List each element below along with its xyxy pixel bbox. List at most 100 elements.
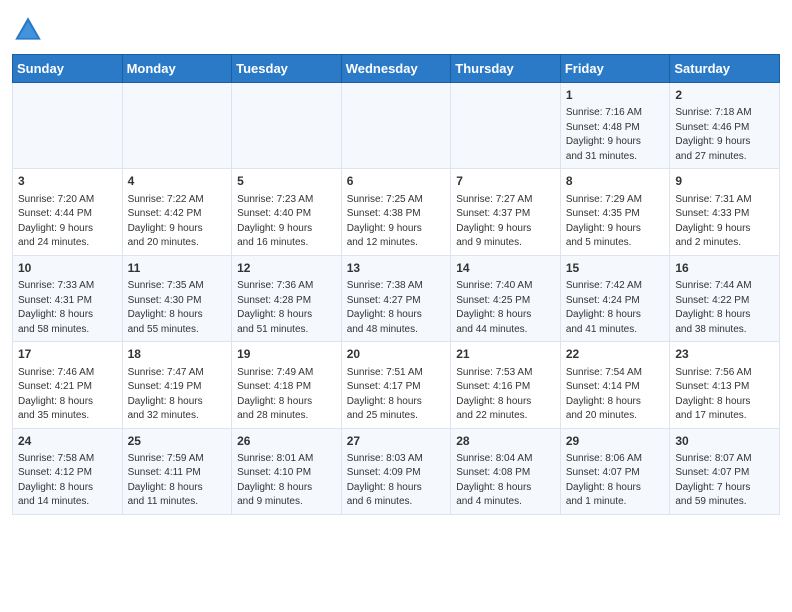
day-number: 30 <box>675 433 774 450</box>
weekday-header: Tuesday <box>232 55 342 83</box>
day-info: Sunrise: 7:47 AM Sunset: 4:19 PM Dayligh… <box>128 366 227 424</box>
page-container: SundayMondayTuesdayWednesdayThursdayFrid… <box>0 0 792 525</box>
day-info: Sunrise: 7:22 AM Sunset: 4:42 PM Dayligh… <box>128 193 227 251</box>
calendar-cell: 17 Sunrise: 7:46 AM Sunset: 4:21 PM Dayli… <box>13 342 123 428</box>
day-number: 26 <box>237 433 336 450</box>
day-info: Sunrise: 7:51 AM Sunset: 4:17 PM Dayligh… <box>347 366 446 424</box>
day-info: Sunrise: 7:54 AM Sunset: 4:14 PM Dayligh… <box>566 366 665 424</box>
day-number: 8 <box>566 173 665 190</box>
weekday-header: Saturday <box>670 55 780 83</box>
day-info: Sunrise: 7:33 AM Sunset: 4:31 PM Dayligh… <box>18 279 117 337</box>
day-number: 27 <box>347 433 446 450</box>
calendar-week-row: 3 Sunrise: 7:20 AM Sunset: 4:44 PM Daylig… <box>13 169 780 255</box>
calendar-cell: 15 Sunrise: 7:42 AM Sunset: 4:24 PM Dayli… <box>560 255 670 341</box>
day-info: Sunrise: 7:18 AM Sunset: 4:46 PM Dayligh… <box>675 106 774 164</box>
day-info: Sunrise: 7:25 AM Sunset: 4:38 PM Dayligh… <box>347 193 446 251</box>
day-info: Sunrise: 7:53 AM Sunset: 4:16 PM Dayligh… <box>456 366 555 424</box>
calendar-cell <box>122 83 232 169</box>
calendar-week-row: 1 Sunrise: 7:16 AM Sunset: 4:48 PM Daylig… <box>13 83 780 169</box>
day-number: 18 <box>128 346 227 363</box>
calendar-cell <box>341 83 451 169</box>
calendar-header: SundayMondayTuesdayWednesdayThursdayFrid… <box>13 55 780 83</box>
day-info: Sunrise: 7:59 AM Sunset: 4:11 PM Dayligh… <box>128 452 227 510</box>
calendar-table: SundayMondayTuesdayWednesdayThursdayFrid… <box>12 54 780 515</box>
calendar-cell <box>451 83 561 169</box>
day-number: 28 <box>456 433 555 450</box>
calendar-cell: 22Sunrise: 7:54 AM Sunset: 4:14 PM Dayli… <box>560 342 670 428</box>
calendar-cell: 5 Sunrise: 7:23 AM Sunset: 4:40 PM Daylig… <box>232 169 342 255</box>
calendar-body: 1 Sunrise: 7:16 AM Sunset: 4:48 PM Daylig… <box>13 83 780 515</box>
calendar-cell: 6 Sunrise: 7:25 AM Sunset: 4:38 PM Daylig… <box>341 169 451 255</box>
day-number: 16 <box>675 260 774 277</box>
day-number: 2 <box>675 87 774 104</box>
calendar-cell: 12 Sunrise: 7:36 AM Sunset: 4:28 PM Dayli… <box>232 255 342 341</box>
day-info: Sunrise: 7:38 AM Sunset: 4:27 PM Dayligh… <box>347 279 446 337</box>
day-info: Sunrise: 7:42 AM Sunset: 4:24 PM Dayligh… <box>566 279 665 337</box>
day-number: 9 <box>675 173 774 190</box>
calendar-cell: 19Sunrise: 7:49 AM Sunset: 4:18 PM Dayli… <box>232 342 342 428</box>
day-info: Sunrise: 7:56 AM Sunset: 4:13 PM Dayligh… <box>675 366 774 424</box>
day-number: 29 <box>566 433 665 450</box>
day-number: 13 <box>347 260 446 277</box>
day-number: 23 <box>675 346 774 363</box>
weekday-header: Thursday <box>451 55 561 83</box>
day-number: 6 <box>347 173 446 190</box>
calendar-cell: 4Sunrise: 7:22 AM Sunset: 4:42 PM Daylig… <box>122 169 232 255</box>
day-info: Sunrise: 8:04 AM Sunset: 4:08 PM Dayligh… <box>456 452 555 510</box>
day-info: Sunrise: 7:27 AM Sunset: 4:37 PM Dayligh… <box>456 193 555 251</box>
weekday-header: Friday <box>560 55 670 83</box>
calendar-cell: 3 Sunrise: 7:20 AM Sunset: 4:44 PM Daylig… <box>13 169 123 255</box>
calendar-cell: 21Sunrise: 7:53 AM Sunset: 4:16 PM Dayli… <box>451 342 561 428</box>
calendar-cell <box>232 83 342 169</box>
calendar-cell: 28 Sunrise: 8:04 AM Sunset: 4:08 PM Dayli… <box>451 428 561 514</box>
day-info: Sunrise: 7:58 AM Sunset: 4:12 PM Dayligh… <box>18 452 117 510</box>
weekday-header: Sunday <box>13 55 123 83</box>
day-number: 3 <box>18 173 117 190</box>
day-info: Sunrise: 7:44 AM Sunset: 4:22 PM Dayligh… <box>675 279 774 337</box>
day-number: 15 <box>566 260 665 277</box>
day-number: 14 <box>456 260 555 277</box>
calendar-cell <box>13 83 123 169</box>
day-number: 11 <box>128 260 227 277</box>
day-number: 1 <box>566 87 665 104</box>
day-info: Sunrise: 7:20 AM Sunset: 4:44 PM Dayligh… <box>18 193 117 251</box>
day-info: Sunrise: 8:07 AM Sunset: 4:07 PM Dayligh… <box>675 452 774 510</box>
day-number: 7 <box>456 173 555 190</box>
calendar-cell: 23 Sunrise: 7:56 AM Sunset: 4:13 PM Dayli… <box>670 342 780 428</box>
day-number: 5 <box>237 173 336 190</box>
day-info: Sunrise: 8:06 AM Sunset: 4:07 PM Dayligh… <box>566 452 665 510</box>
calendar-cell: 8Sunrise: 7:29 AM Sunset: 4:35 PM Daylig… <box>560 169 670 255</box>
calendar-week-row: 10 Sunrise: 7:33 AM Sunset: 4:31 PM Dayli… <box>13 255 780 341</box>
day-number: 17 <box>18 346 117 363</box>
calendar-cell: 30 Sunrise: 8:07 AM Sunset: 4:07 PM Dayli… <box>670 428 780 514</box>
day-info: Sunrise: 7:16 AM Sunset: 4:48 PM Dayligh… <box>566 106 665 164</box>
day-info: Sunrise: 8:01 AM Sunset: 4:10 PM Dayligh… <box>237 452 336 510</box>
day-number: 25 <box>128 433 227 450</box>
calendar-cell: 14Sunrise: 7:40 AM Sunset: 4:25 PM Dayli… <box>451 255 561 341</box>
calendar-cell: 9Sunrise: 7:31 AM Sunset: 4:33 PM Daylig… <box>670 169 780 255</box>
logo <box>12 14 48 46</box>
day-info: Sunrise: 8:03 AM Sunset: 4:09 PM Dayligh… <box>347 452 446 510</box>
logo-icon <box>12 14 44 46</box>
calendar-cell: 26 Sunrise: 8:01 AM Sunset: 4:10 PM Dayli… <box>232 428 342 514</box>
calendar-cell: 16 Sunrise: 7:44 AM Sunset: 4:22 PM Dayli… <box>670 255 780 341</box>
calendar-cell: 11Sunrise: 7:35 AM Sunset: 4:30 PM Dayli… <box>122 255 232 341</box>
calendar-cell: 18 Sunrise: 7:47 AM Sunset: 4:19 PM Dayli… <box>122 342 232 428</box>
calendar-week-row: 24Sunrise: 7:58 AM Sunset: 4:12 PM Dayli… <box>13 428 780 514</box>
day-info: Sunrise: 7:46 AM Sunset: 4:21 PM Dayligh… <box>18 366 117 424</box>
day-info: Sunrise: 7:23 AM Sunset: 4:40 PM Dayligh… <box>237 193 336 251</box>
day-info: Sunrise: 7:49 AM Sunset: 4:18 PM Dayligh… <box>237 366 336 424</box>
day-number: 10 <box>18 260 117 277</box>
day-info: Sunrise: 7:36 AM Sunset: 4:28 PM Dayligh… <box>237 279 336 337</box>
calendar-cell: 7 Sunrise: 7:27 AM Sunset: 4:37 PM Daylig… <box>451 169 561 255</box>
page-header <box>12 10 780 46</box>
calendar-cell: 1 Sunrise: 7:16 AM Sunset: 4:48 PM Daylig… <box>560 83 670 169</box>
calendar-cell: 29 Sunrise: 8:06 AM Sunset: 4:07 PM Dayli… <box>560 428 670 514</box>
weekday-header: Wednesday <box>341 55 451 83</box>
day-number: 20 <box>347 346 446 363</box>
weekday-header: Monday <box>122 55 232 83</box>
day-number: 12 <box>237 260 336 277</box>
calendar-cell: 27 Sunrise: 8:03 AM Sunset: 4:09 PM Dayli… <box>341 428 451 514</box>
calendar-cell: 10 Sunrise: 7:33 AM Sunset: 4:31 PM Dayli… <box>13 255 123 341</box>
calendar-cell: 2 Sunrise: 7:18 AM Sunset: 4:46 PM Daylig… <box>670 83 780 169</box>
